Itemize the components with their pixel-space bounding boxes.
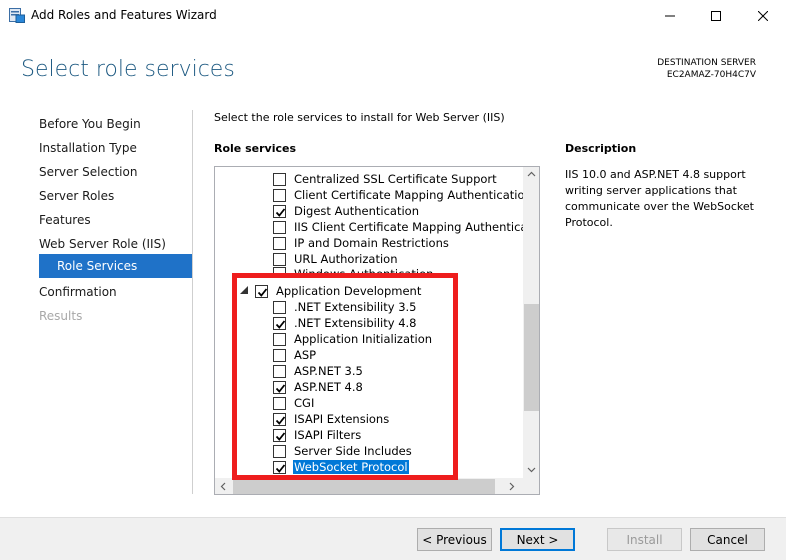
scroll-right-icon[interactable] — [509, 482, 515, 491]
tree-item-label: URL Authorization — [294, 252, 398, 266]
red-highlight-box — [232, 273, 458, 480]
tree-item[interactable]: Centralized SSL Certificate Support — [273, 171, 498, 187]
checkbox[interactable] — [273, 172, 286, 186]
scroll-down-icon[interactable] — [527, 467, 536, 473]
wizard-app-icon — [9, 8, 25, 23]
nav-role-services-label: Role Services — [57, 259, 138, 273]
destination-server-label: DESTINATION SERVER — [657, 58, 756, 68]
scrollbar-corner — [523, 478, 539, 494]
close-button[interactable] — [740, 0, 786, 31]
page-title: Select role services — [21, 57, 235, 82]
description-heading: Description — [565, 142, 637, 155]
tree-item-label: Digest Authentication — [294, 204, 420, 218]
checkbox[interactable] — [273, 188, 286, 202]
window-title: Add Roles and Features Wizard — [31, 8, 217, 22]
tree-item-label: IIS Client Certificate Mapping Authentic… — [294, 220, 523, 234]
scroll-up-icon[interactable] — [527, 171, 536, 177]
nav-results: Results — [39, 309, 83, 323]
nav-features[interactable]: Features — [39, 213, 91, 227]
destination-server-name: EC2AMAZ-70H4C7V — [666, 70, 756, 80]
nav-divider — [192, 110, 193, 494]
nav-server-roles[interactable]: Server Roles — [39, 189, 114, 203]
install-button: Install — [607, 528, 682, 551]
vertical-scroll-thumb[interactable] — [524, 304, 539, 411]
tree-item[interactable]: IP and Domain Restrictions — [273, 235, 450, 251]
maximize-button[interactable] — [693, 0, 739, 31]
vertical-scrollbar[interactable] — [523, 167, 539, 478]
horizontal-scrollbar[interactable] — [215, 478, 523, 494]
tree-item[interactable]: Digest Authentication — [273, 203, 420, 219]
horizontal-scroll-thumb[interactable] — [233, 479, 495, 494]
tree-item-label: IP and Domain Restrictions — [294, 236, 449, 250]
minimize-button[interactable] — [647, 0, 693, 31]
tree-item[interactable]: Client Certificate Mapping Authenticatio… — [273, 187, 523, 203]
checkbox-checked[interactable] — [273, 204, 286, 218]
role-services-heading: Role services — [214, 142, 296, 155]
nav-installation-type[interactable]: Installation Type — [39, 141, 137, 155]
instruction-text: Select the role services to install for … — [214, 111, 505, 124]
nav-before-you-begin[interactable]: Before You Begin — [39, 117, 141, 131]
nav-web-server-role[interactable]: Web Server Role (IIS) — [39, 237, 166, 251]
nav-server-selection[interactable]: Server Selection — [39, 165, 137, 179]
description-text: IIS 10.0 and ASP.NET 4.8 support writing… — [565, 168, 754, 229]
checkbox[interactable] — [273, 236, 286, 250]
checkbox[interactable] — [273, 220, 286, 234]
scroll-left-icon[interactable] — [220, 482, 226, 491]
tree-item-label: Client Certificate Mapping Authenticatio… — [294, 188, 523, 202]
tree-item-label: Centralized SSL Certificate Support — [294, 172, 497, 186]
cancel-button[interactable]: Cancel — [690, 528, 765, 551]
minimize-icon — [665, 15, 675, 16]
checkbox[interactable] — [273, 252, 286, 266]
nav-confirmation[interactable]: Confirmation — [39, 285, 117, 299]
tree-item[interactable]: IIS Client Certificate Mapping Authentic… — [273, 219, 523, 235]
check-icon — [275, 207, 286, 217]
previous-button[interactable]: < Previous — [417, 528, 492, 551]
maximize-icon — [711, 10, 721, 21]
close-icon — [758, 10, 768, 21]
next-button[interactable]: Next > — [500, 528, 575, 551]
tree-item[interactable]: URL Authorization — [273, 251, 399, 267]
